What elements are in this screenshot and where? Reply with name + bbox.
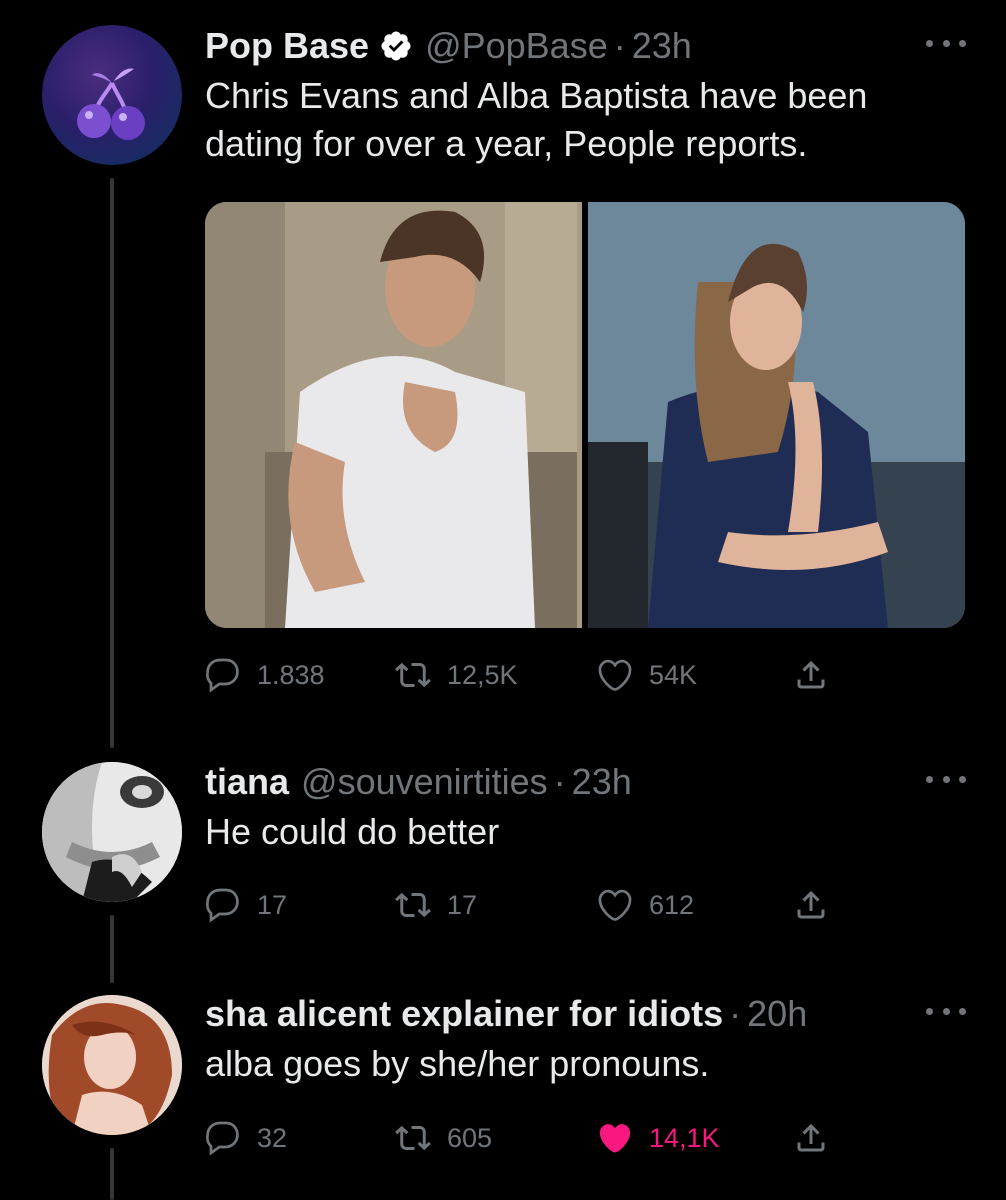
retweet-icon: [395, 892, 431, 918]
tweet-text: alba goes by she/her pronouns.: [205, 1043, 710, 1084]
thread-line: [110, 178, 114, 748]
like-count: 54K: [649, 659, 698, 690]
retweet-button[interactable]: 17: [395, 887, 477, 923]
like-count: 612: [649, 889, 695, 920]
reply-button[interactable]: 32: [205, 1120, 287, 1156]
tweet-text: Chris Evans and Alba Baptista have been …: [205, 75, 868, 164]
retweet-button[interactable]: 605: [395, 1120, 492, 1156]
share-icon: [797, 660, 825, 689]
tweet[interactable]: Pop Base @PopBase · 23h Chris Evans and …: [205, 22, 966, 168]
more-options-icon[interactable]: [926, 36, 966, 50]
tweet-actions: 1.838 12,5K 54K: [205, 655, 905, 695]
author-name[interactable]: sha alicent explainer for idiots: [205, 993, 723, 1035]
reply-count: 17: [257, 889, 288, 920]
avatar[interactable]: [42, 25, 182, 165]
author-handle[interactable]: @souvenirtities: [301, 761, 548, 803]
tweet-text: He could do better: [205, 811, 500, 852]
reply-icon: [205, 658, 239, 693]
tweet-header: Pop Base @PopBase · 23h: [205, 22, 966, 70]
tweet-media[interactable]: [205, 202, 965, 628]
retweet-button[interactable]: 12,5K: [395, 657, 518, 693]
heart-filled-icon: [599, 1124, 631, 1153]
share-icon: [797, 890, 825, 919]
more-options-icon[interactable]: [926, 1004, 966, 1018]
share-icon: [797, 1123, 825, 1152]
reply-button[interactable]: 17: [205, 887, 287, 923]
retweet-icon: [395, 662, 431, 688]
photo-right[interactable]: [588, 202, 965, 628]
tweet[interactable]: sha alicent explainer for idiots · 20h a…: [205, 990, 966, 1088]
reply-icon: [205, 888, 239, 923]
like-button[interactable]: 612: [597, 887, 694, 923]
more-options-icon[interactable]: [926, 772, 966, 786]
timestamp[interactable]: 20h: [747, 993, 807, 1035]
share-button[interactable]: [793, 1120, 829, 1156]
separator-dot: ·: [613, 25, 626, 66]
avatar[interactable]: [42, 995, 182, 1135]
author-name[interactable]: tiana: [205, 761, 289, 803]
photo-left[interactable]: [205, 202, 582, 628]
retweet-count: 17: [447, 889, 478, 920]
timestamp[interactable]: 23h: [632, 25, 692, 67]
tweet-header: tiana @souvenirtities · 23h: [205, 758, 966, 806]
like-button[interactable]: 14,1K: [597, 1120, 720, 1156]
separator-dot: ·: [729, 993, 742, 1034]
share-button[interactable]: [793, 887, 829, 923]
reply-button[interactable]: 1.838: [205, 657, 325, 693]
like-button[interactable]: 54K: [597, 657, 697, 693]
author-handle[interactable]: @PopBase: [425, 25, 608, 67]
verified-badge-icon: [379, 29, 413, 63]
retweet-icon: [395, 1125, 431, 1151]
share-button[interactable]: [793, 657, 829, 693]
reply-icon: [205, 1121, 239, 1156]
tweet-actions: 17 17 612: [205, 885, 905, 925]
retweet-count: 605: [447, 1122, 493, 1153]
thread-line: [110, 915, 114, 983]
tweet[interactable]: tiana @souvenirtities · 23h He could do …: [205, 758, 966, 856]
timestamp[interactable]: 23h: [572, 761, 632, 803]
heart-icon: [598, 889, 632, 921]
heart-icon: [598, 659, 632, 691]
retweet-count: 12,5K: [447, 659, 518, 690]
tweet-actions: 32 605 14,1K: [205, 1118, 905, 1158]
tweet-header: sha alicent explainer for idiots · 20h: [205, 990, 966, 1038]
separator-dot: ·: [553, 761, 566, 802]
cherry-icon: [77, 68, 145, 140]
author-name[interactable]: Pop Base: [205, 25, 369, 67]
avatar[interactable]: [42, 762, 182, 902]
like-count: 14,1K: [649, 1122, 720, 1153]
reply-count: 32: [257, 1122, 288, 1153]
reply-count: 1.838: [257, 659, 325, 690]
thread-line: [110, 1148, 114, 1200]
